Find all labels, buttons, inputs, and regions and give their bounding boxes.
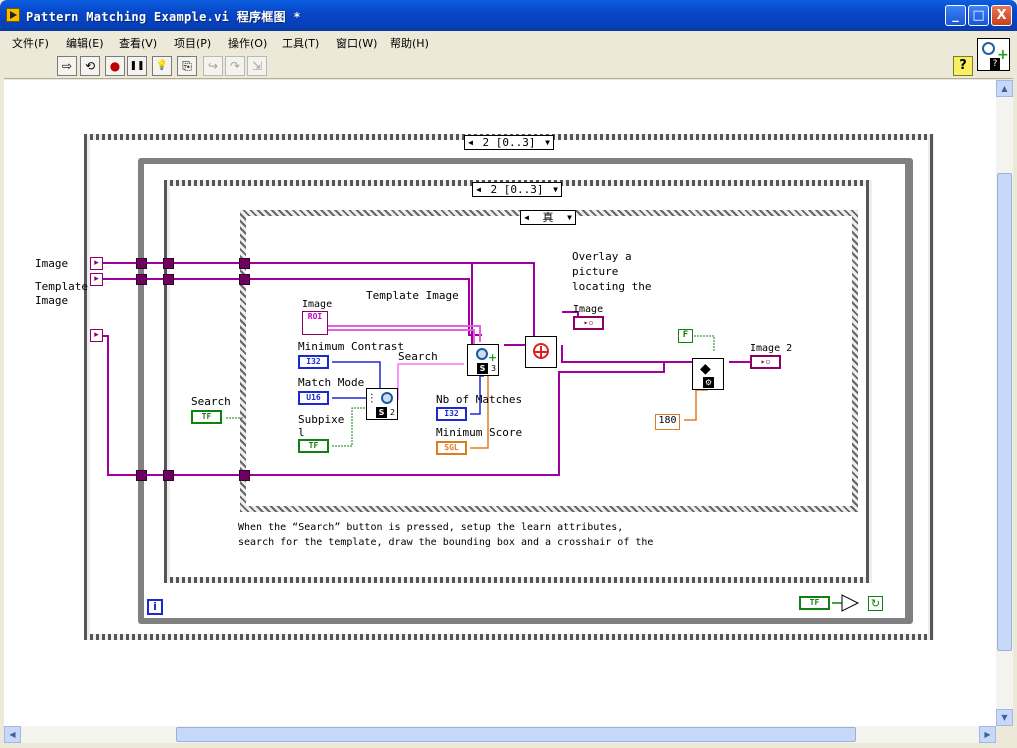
minimum-score-label: Minimum Score — [436, 426, 523, 439]
tunnel — [163, 258, 174, 269]
image-out-label: Image — [573, 304, 604, 315]
search-button-terminal[interactable]: TF — [191, 410, 222, 424]
loop-condition-icon[interactable]: ↻ — [868, 596, 883, 611]
minimum-contrast-terminal[interactable]: I32 — [298, 355, 329, 369]
comment-line-2: search for the template, draw the boundi… — [238, 537, 654, 548]
step-over-icon[interactable]: ↷ — [225, 56, 245, 76]
step-out-icon[interactable]: ⇲ — [247, 56, 267, 76]
image-2-label: Image 2 — [750, 343, 793, 354]
title-bar[interactable]: Pattern Matching Example.vi 程序框图 * _ □ X — [0, 0, 1017, 31]
diamond-icon: ◆ — [700, 361, 711, 377]
horizontal-scrollbar[interactable]: ◀ ▶ — [4, 726, 996, 743]
image-out-indicator[interactable]: ▸▫ — [573, 316, 604, 330]
image-in-control-terminal[interactable]: ▸ — [90, 329, 103, 342]
match-pattern-subvi[interactable]: + S 3 — [467, 344, 499, 376]
s-badge: S — [477, 363, 488, 374]
plus-icon: + — [488, 351, 498, 364]
overlay-comment-line1: Overlay a — [572, 250, 632, 263]
tunnel — [239, 470, 250, 481]
context-help-icon[interactable]: ? — [953, 56, 973, 76]
match-mode-label: Match Mode — [298, 376, 365, 389]
menu-edit[interactable]: 编辑(E) — [66, 35, 104, 51]
subpixel-terminal[interactable]: TF — [298, 439, 329, 453]
minimum-contrast-label: Minimum Contrast — [298, 340, 404, 353]
tunnel — [136, 258, 147, 269]
magnifier-icon — [381, 392, 393, 404]
scroll-down-icon[interactable]: ▼ — [996, 709, 1013, 726]
tunnel — [136, 274, 147, 285]
roi-constant[interactable]: ROI — [302, 311, 328, 335]
block-diagram-canvas[interactable]: ◀ 2 [0..3] ▼ ◀ 2 [0..3] ▼ ◀ 真 ▼ Image ▸ … — [4, 80, 996, 726]
s-badge: S — [376, 407, 387, 418]
angle-180-constant[interactable]: 180 — [655, 414, 680, 430]
image-small-label: Image — [302, 299, 333, 310]
comment-line-1: When the “Search” button is pressed, set… — [238, 522, 624, 533]
image-transform-subvi[interactable]: ◆ ⚙ — [692, 358, 724, 390]
menu-help[interactable]: 帮助(H) — [390, 35, 429, 51]
run-continuously-icon[interactable]: ⟲ — [80, 56, 100, 76]
iteration-terminal: i — [147, 599, 163, 615]
maximize-button[interactable]: □ — [968, 5, 989, 26]
setup-learn-subvi[interactable]: ⫶ S 2 — [366, 388, 398, 420]
question-icon: ? — [990, 58, 1000, 70]
horizontal-scroll-thumb[interactable] — [176, 727, 856, 742]
scroll-up-icon[interactable]: ▲ — [996, 80, 1013, 97]
image-control-terminal[interactable]: ▸ — [90, 257, 103, 270]
menu-operate[interactable]: 操作(O) — [228, 35, 267, 51]
subpixel-label: Subpixe — [298, 413, 345, 426]
close-button[interactable]: X — [991, 5, 1012, 26]
template-control-terminal[interactable]: ▸ — [90, 273, 103, 286]
settings-sliders-icon: ⫶ — [370, 392, 374, 407]
menu-tools[interactable]: 工具(T) — [282, 35, 319, 51]
scrollbar-corner — [996, 726, 1013, 743]
stop-control-terminal[interactable]: TF — [799, 596, 830, 610]
toolbar: ⇨ ⟲ ● ❚❚ 💡 ⎘ ↪ ↷ ⇲ — [4, 52, 1013, 79]
template-image-label-line2: Image — [35, 294, 69, 307]
overlay-subvi[interactable] — [525, 336, 557, 368]
pause-icon[interactable]: ❚❚ — [127, 56, 147, 76]
tunnel — [239, 258, 250, 269]
vertical-scroll-thumb[interactable] — [997, 173, 1012, 651]
vi-connector-icon[interactable]: + ? — [977, 38, 1010, 71]
overlay-comment-line2: picture — [572, 265, 619, 278]
run-arrow-icon[interactable]: ⇨ — [57, 56, 77, 76]
magnifier-icon — [476, 348, 488, 360]
nb-of-matches-label: Nb of Matches — [436, 393, 523, 406]
image-label: Image — [35, 257, 69, 270]
template-image-text: Template Image — [366, 289, 459, 302]
minimize-button[interactable]: _ — [945, 5, 966, 26]
scroll-right-icon[interactable]: ▶ — [979, 726, 996, 743]
menu-view[interactable]: 查看(V) — [119, 35, 157, 51]
overlay-comment-line3: locating the — [572, 280, 652, 293]
settings-badge-icon: ⚙ — [703, 377, 714, 388]
vertical-scrollbar[interactable]: ▲ ▼ — [996, 80, 1013, 726]
search-label: Search — [191, 395, 231, 408]
tunnel — [163, 470, 174, 481]
magnifier-icon — [982, 42, 995, 55]
highlight-execution-icon[interactable]: 💡 — [152, 56, 172, 76]
window-title: Pattern Matching Example.vi 程序框图 * — [26, 10, 301, 24]
tunnel — [239, 274, 250, 285]
search-text-label: Search — [398, 350, 438, 363]
step-into-icon[interactable]: ↪ — [203, 56, 223, 76]
nb-of-matches-indicator[interactable]: I32 — [436, 407, 467, 421]
retain-wire-values-icon[interactable]: ⎘ — [177, 56, 197, 76]
match-mode-terminal[interactable]: U16 — [298, 391, 329, 405]
menu-project[interactable]: 项目(P) — [174, 35, 211, 51]
tunnel — [163, 274, 174, 285]
abort-icon[interactable]: ● — [105, 56, 125, 76]
minimum-score-terminal[interactable]: SGL — [436, 441, 467, 455]
labview-app-icon — [6, 8, 20, 22]
menu-window[interactable]: 窗口(W) — [336, 35, 377, 51]
menu-bar: 文件(F) 编辑(E) 查看(V) 项目(P) 操作(O) 工具(T) 窗口(W… — [4, 31, 1013, 52]
scroll-left-icon[interactable]: ◀ — [4, 726, 21, 743]
template-image-label: Template — [35, 280, 88, 293]
menu-file[interactable]: 文件(F) — [12, 35, 49, 51]
subpixel-label-line2: l — [298, 426, 305, 439]
tunnel — [136, 470, 147, 481]
image-2-indicator[interactable]: ▸▫ — [750, 355, 781, 369]
false-constant[interactable]: F — [678, 329, 693, 343]
